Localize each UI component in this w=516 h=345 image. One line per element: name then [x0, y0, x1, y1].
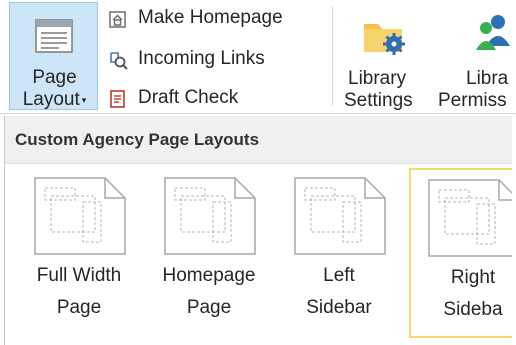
library-permissions-label-line2: Permiss [438, 90, 507, 110]
layout-option-label-line1: Right [450, 267, 496, 288]
layout-option-label-line1: Full Width [36, 265, 122, 286]
page-layout-button[interactable]: Page Layout ▾ [9, 2, 98, 110]
page-layout-thumbnail-icon [428, 179, 512, 257]
ribbon-group-divider [332, 6, 333, 106]
incoming-links-button[interactable]: Incoming Links [108, 45, 328, 73]
layout-option-homepage-page[interactable]: Homepage Page [147, 168, 271, 338]
incoming-links-label: Incoming Links [138, 48, 265, 69]
layout-option-label-line2: Sidebar [306, 297, 372, 318]
chevron-down-icon: ▾ [81, 95, 87, 105]
layout-option-label-line2: Page [186, 297, 232, 318]
library-permissions-icon [476, 15, 510, 50]
incoming-links-icon [110, 52, 128, 70]
draft-check-button[interactable]: Draft Check [108, 84, 328, 112]
library-settings-button[interactable]: Library Settings [340, 2, 430, 111]
page-layout-label-line1: Page [32, 67, 77, 88]
layout-option-label-line2: Page [56, 297, 102, 318]
page-layout-icon [35, 19, 73, 53]
homepage-icon [109, 11, 126, 28]
library-permissions-label-line1: Libra [466, 68, 509, 89]
dropdown-header-title: Custom Agency Page Layouts [15, 130, 260, 149]
draft-check-icon [110, 90, 125, 108]
layout-option-label-line1: Left [323, 265, 355, 286]
page-layout-label-line2: Layout ▾ [22, 89, 87, 111]
make-homepage-label: Make Homepage [138, 7, 283, 28]
draft-check-label: Draft Check [138, 87, 239, 108]
layout-option-full-width-page[interactable]: Full Width Page [17, 168, 141, 338]
layout-option-left-sidebar[interactable]: Left Sidebar [277, 168, 401, 338]
page-layout-thumbnail-icon [164, 177, 256, 255]
library-permissions-button[interactable]: Libra Permiss [436, 2, 516, 110]
layout-option-right-sidebar[interactable]: Right Sideba [409, 168, 512, 338]
page-layout-dropdown: Custom Agency Page Layouts Full Width Pa… [4, 116, 512, 345]
page-layout-thumbnail-icon [294, 177, 386, 255]
page-layout-thumbnail-icon [34, 177, 126, 255]
dropdown-header: Custom Agency Page Layouts [5, 116, 512, 164]
library-settings-label-line2: Settings [344, 90, 413, 111]
library-settings-icon [364, 24, 405, 55]
library-settings-label-line1: Library [348, 68, 407, 89]
layout-option-label-line1: Homepage [162, 265, 256, 286]
make-homepage-button[interactable]: Make Homepage [108, 4, 328, 32]
ribbon: Page Layout ▾ Make Homepage Incoming Link… [0, 0, 516, 114]
layout-option-label-line2: Sideba [443, 299, 503, 320]
